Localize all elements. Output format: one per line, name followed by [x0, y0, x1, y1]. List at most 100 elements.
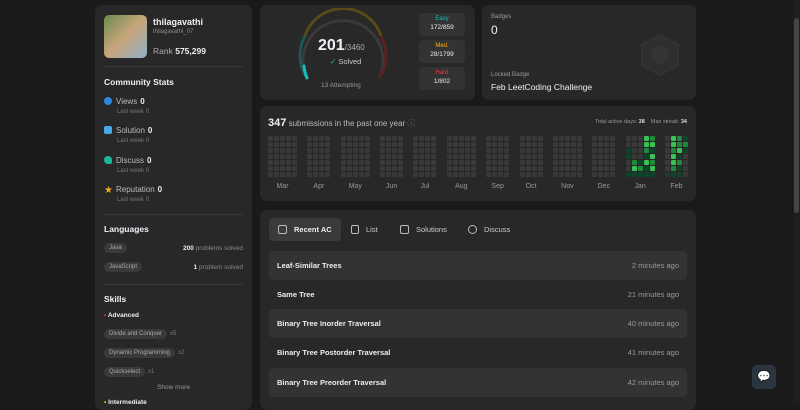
heatmap-cell[interactable]: [676, 154, 682, 159]
heatmap-cell[interactable]: [649, 154, 655, 159]
heatmap-cell[interactable]: [280, 166, 285, 171]
heatmap-cell[interactable]: [676, 166, 682, 171]
heatmap-cell[interactable]: [340, 148, 346, 153]
heatmap-cell[interactable]: [319, 166, 325, 171]
heatmap-cell[interactable]: [464, 148, 470, 153]
heatmap-cell[interactable]: [625, 142, 631, 147]
heatmap-cell[interactable]: [610, 142, 616, 147]
heatmap-cell[interactable]: [352, 148, 358, 153]
problem-title[interactable]: Binary Tree Inorder Traversal: [277, 319, 381, 328]
heatmap-cell[interactable]: [552, 148, 558, 153]
heatmap-cell[interactable]: [670, 172, 676, 177]
heatmap-cell[interactable]: [352, 166, 358, 171]
heatmap-cell[interactable]: [610, 154, 616, 159]
avatar[interactable]: [104, 15, 147, 58]
heatmap-cell[interactable]: [552, 142, 558, 147]
heatmap-cell[interactable]: [313, 142, 319, 147]
recent-ac-item[interactable]: Leaf-Similar Trees 2 minutes ago: [269, 251, 687, 280]
heatmap-cell[interactable]: [604, 154, 610, 159]
heatmap-cell[interactable]: [576, 172, 582, 177]
heatmap-cell[interactable]: [380, 136, 386, 141]
heatmap-cell[interactable]: [286, 148, 291, 153]
heatmap-cell[interactable]: [570, 166, 576, 171]
heatmap-cell[interactable]: [380, 160, 386, 165]
heatmap-cell[interactable]: [492, 172, 498, 177]
heatmap-cell[interactable]: [358, 136, 364, 141]
heatmap-cell[interactable]: [313, 166, 319, 171]
heatmap-cell[interactable]: [492, 160, 498, 165]
heatmap-cell[interactable]: [398, 154, 404, 159]
heatmap-cell[interactable]: [458, 154, 464, 159]
heatmap-cell[interactable]: [598, 142, 604, 147]
heatmap-cell[interactable]: [637, 142, 643, 147]
heatmap-cell[interactable]: [386, 148, 392, 153]
heatmap-cell[interactable]: [664, 142, 670, 147]
heatmap-cell[interactable]: [570, 172, 576, 177]
heatmap-cell[interactable]: [280, 160, 285, 165]
heatmap-cell[interactable]: [346, 166, 352, 171]
heatmap-cell[interactable]: [610, 160, 616, 165]
heatmap-cell[interactable]: [576, 136, 582, 141]
heatmap-cell[interactable]: [537, 142, 543, 147]
heatmap-cell[interactable]: [519, 166, 525, 171]
heatmap-cell[interactable]: [631, 136, 637, 141]
heatmap-cell[interactable]: [452, 148, 458, 153]
heatmap-cell[interactable]: [274, 154, 279, 159]
heatmap-cell[interactable]: [352, 160, 358, 165]
heatmap-cell[interactable]: [625, 160, 631, 165]
heatmap-cell[interactable]: [649, 148, 655, 153]
heatmap-cell[interactable]: [576, 148, 582, 153]
heatmap-cell[interactable]: [452, 160, 458, 165]
heatmap-cell[interactable]: [274, 172, 279, 177]
heatmap-cell[interactable]: [319, 136, 325, 141]
heatmap-cell[interactable]: [670, 160, 676, 165]
heatmap-cell[interactable]: [604, 160, 610, 165]
heatmap-cell[interactable]: [325, 172, 331, 177]
heatmap-cell[interactable]: [358, 148, 364, 153]
heatmap-cell[interactable]: [564, 148, 570, 153]
heatmap-cell[interactable]: [637, 148, 643, 153]
heatmap-cell[interactable]: [380, 142, 386, 147]
heatmap-cell[interactable]: [268, 160, 273, 165]
heatmap-cell[interactable]: [419, 160, 425, 165]
heatmap-cell[interactable]: [643, 154, 649, 159]
heatmap-cell[interactable]: [576, 160, 582, 165]
heatmap-cell[interactable]: [446, 136, 452, 141]
heatmap-cell[interactable]: [570, 160, 576, 165]
heatmap-cell[interactable]: [492, 166, 498, 171]
heatmap-cell[interactable]: [664, 136, 670, 141]
heatmap-cell[interactable]: [413, 142, 419, 147]
heatmap-cell[interactable]: [631, 172, 637, 177]
heatmap-cell[interactable]: [346, 142, 352, 147]
heatmap-cell[interactable]: [425, 160, 431, 165]
heatmap-cell[interactable]: [604, 136, 610, 141]
heatmap-cell[interactable]: [631, 154, 637, 159]
heatmap-cell[interactable]: [682, 154, 688, 159]
heatmap-cell[interactable]: [292, 148, 297, 153]
heatmap-cell[interactable]: [352, 172, 358, 177]
heatmap-cell[interactable]: [670, 142, 676, 147]
heatmap-cell[interactable]: [398, 160, 404, 165]
heatmap-cell[interactable]: [498, 160, 504, 165]
heatmap-cell[interactable]: [392, 136, 398, 141]
heatmap-cell[interactable]: [531, 154, 537, 159]
heatmap-cell[interactable]: [643, 172, 649, 177]
heatmap-cell[interactable]: [392, 166, 398, 171]
language-tag[interactable]: JavaScript: [104, 262, 143, 272]
heatmap-cell[interactable]: [313, 172, 319, 177]
heatmap-cell[interactable]: [431, 142, 437, 147]
heatmap-cell[interactable]: [398, 148, 404, 153]
heatmap-cell[interactable]: [664, 148, 670, 153]
heatmap-cell[interactable]: [268, 136, 273, 141]
recent-ac-item[interactable]: Same Tree 21 minutes ago: [269, 280, 687, 309]
heatmap-cell[interactable]: [664, 172, 670, 177]
heatmap-cell[interactable]: [340, 160, 346, 165]
heatmap-cell[interactable]: [531, 160, 537, 165]
heatmap-cell[interactable]: [625, 148, 631, 153]
heatmap-cell[interactable]: [307, 136, 313, 141]
heatmap-cell[interactable]: [564, 142, 570, 147]
heatmap-cell[interactable]: [364, 148, 370, 153]
heatmap-cell[interactable]: [431, 160, 437, 165]
heatmap-cell[interactable]: [446, 166, 452, 171]
heatmap-cell[interactable]: [268, 154, 273, 159]
